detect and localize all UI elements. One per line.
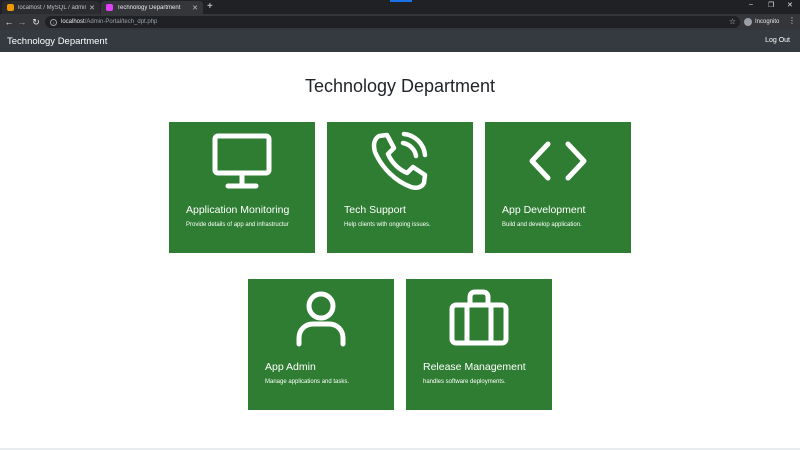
browser-tab-technology-department[interactable]: Technology Department ✕ <box>101 1 203 14</box>
card-description: handles software deployments. <box>423 379 506 385</box>
incognito-badge[interactable]: Incognito <box>744 16 779 28</box>
card-application-monitoring[interactable]: Application Monitoring Provide details o… <box>169 122 315 253</box>
card-title: App Admin <box>265 361 316 373</box>
card-title: Tech Support <box>344 204 406 216</box>
address-bar[interactable]: i localhost/Admin-Portal/tech_dpt.php ☆ <box>45 16 740 28</box>
close-window-icon[interactable]: ✕ <box>787 1 793 9</box>
card-app-admin[interactable]: App Admin Manage applications and tasks. <box>248 279 394 410</box>
briefcase-icon <box>406 287 552 349</box>
app-navbar: Technology Department Log Out <box>0 30 800 52</box>
minimize-window-icon[interactable]: – <box>749 1 753 8</box>
forward-arrow-icon[interactable]: → <box>16 16 28 28</box>
new-tab-button[interactable]: + <box>207 1 213 12</box>
tab-title: localhost / MySQL / admin / users <box>18 4 86 11</box>
card-description: Manage applications and tasks. <box>265 379 350 385</box>
card-description: Help clients with ongoing issues. <box>344 222 431 228</box>
card-title: Release Management <box>423 361 526 373</box>
close-tab-icon[interactable]: ✕ <box>192 4 198 12</box>
reload-icon[interactable]: ↻ <box>30 16 42 28</box>
site-info-icon[interactable]: i <box>50 18 57 26</box>
card-title: App Development <box>502 204 586 216</box>
phone-icon <box>327 130 473 192</box>
incognito-label: Incognito <box>755 19 780 25</box>
page-favicon-icon <box>106 4 113 11</box>
user-icon <box>248 287 394 349</box>
tab-title: Technology Department <box>117 4 181 11</box>
card-description: Provide details of app and infrastructur <box>186 222 289 228</box>
card-description: Build and develop application. <box>502 222 582 228</box>
navbar-brand[interactable]: Technology Department <box>7 36 107 47</box>
browser-tab-strip: localhost / MySQL / admin / users ✕ Tech… <box>0 0 800 14</box>
card-release-management[interactable]: Release Management handles software depl… <box>406 279 552 410</box>
browser-menu-icon[interactable]: ⋮ <box>788 16 796 25</box>
monitor-icon <box>169 130 315 192</box>
card-app-development[interactable]: App Development Build and develop applic… <box>485 122 631 253</box>
page-title: Technology Department <box>304 76 496 96</box>
browser-toolbar: ← → ↻ i localhost/Admin-Portal/tech_dpt.… <box>0 14 800 30</box>
browser-tab-phpmyadmin[interactable]: localhost / MySQL / admin / users ✕ <box>2 1 100 14</box>
logout-link[interactable]: Log Out <box>765 37 790 44</box>
restore-window-icon[interactable]: ❐ <box>768 1 774 9</box>
close-tab-icon[interactable]: ✕ <box>89 4 95 12</box>
tab-strip-accent <box>390 0 412 2</box>
url-host: localhost <box>61 19 85 25</box>
phpmyadmin-favicon-icon <box>7 4 14 11</box>
bookmark-star-icon[interactable]: ☆ <box>729 17 736 26</box>
card-title: Application Monitoring <box>186 204 290 216</box>
card-tech-support[interactable]: Tech Support Help clients with ongoing i… <box>327 122 473 253</box>
url-path: /Admin-Portal/tech_dpt.php <box>84 19 158 25</box>
code-icon <box>485 130 631 192</box>
back-arrow-icon[interactable]: ← <box>3 16 15 28</box>
incognito-icon <box>744 18 752 26</box>
